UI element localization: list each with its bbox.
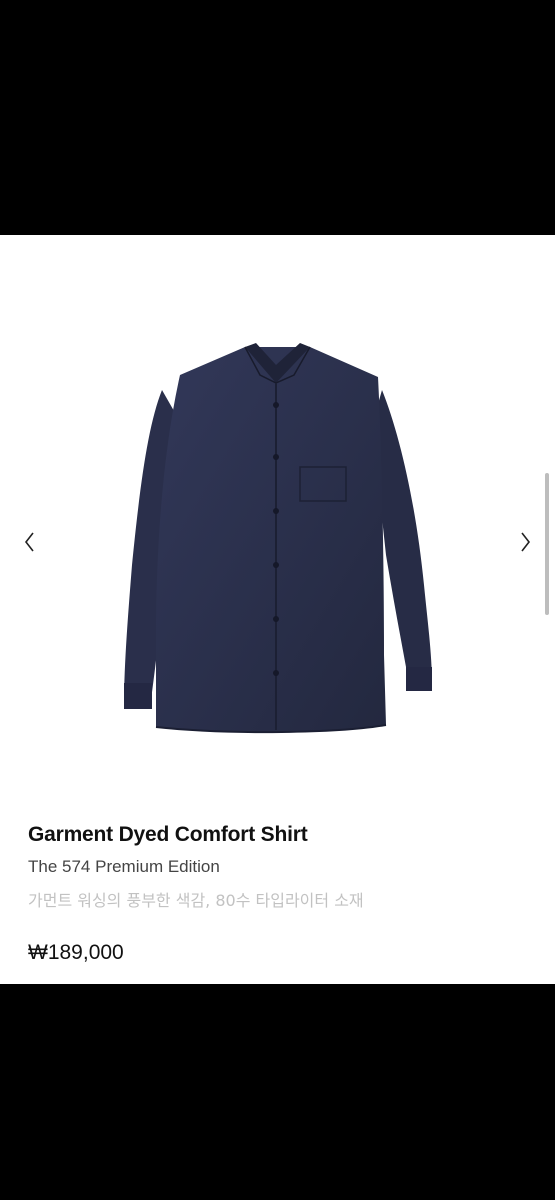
- chevron-right-icon: [521, 532, 531, 552]
- product-description: 가먼트 워싱의 풍부한 색감, 80수 타입라이터 소재: [28, 891, 364, 910]
- gallery-prev-button[interactable]: [14, 527, 44, 557]
- bottom-letterbox: [0, 984, 555, 1200]
- shirt-body: [156, 347, 386, 733]
- product-info: Garment Dyed Comfort Shirt The 574 Premi…: [28, 823, 528, 965]
- chevron-left-icon: [24, 532, 34, 552]
- product-image: [124, 343, 432, 734]
- product-subtitle: The 574 Premium Edition: [28, 857, 220, 876]
- product-title: Garment Dyed Comfort Shirt: [28, 823, 308, 846]
- product-gallery: [0, 235, 555, 835]
- product-price: ₩189,000: [28, 941, 124, 964]
- top-letterbox: [0, 0, 555, 235]
- product-card: Garment Dyed Comfort Shirt The 574 Premi…: [0, 235, 555, 984]
- gallery-next-button[interactable]: [511, 527, 541, 557]
